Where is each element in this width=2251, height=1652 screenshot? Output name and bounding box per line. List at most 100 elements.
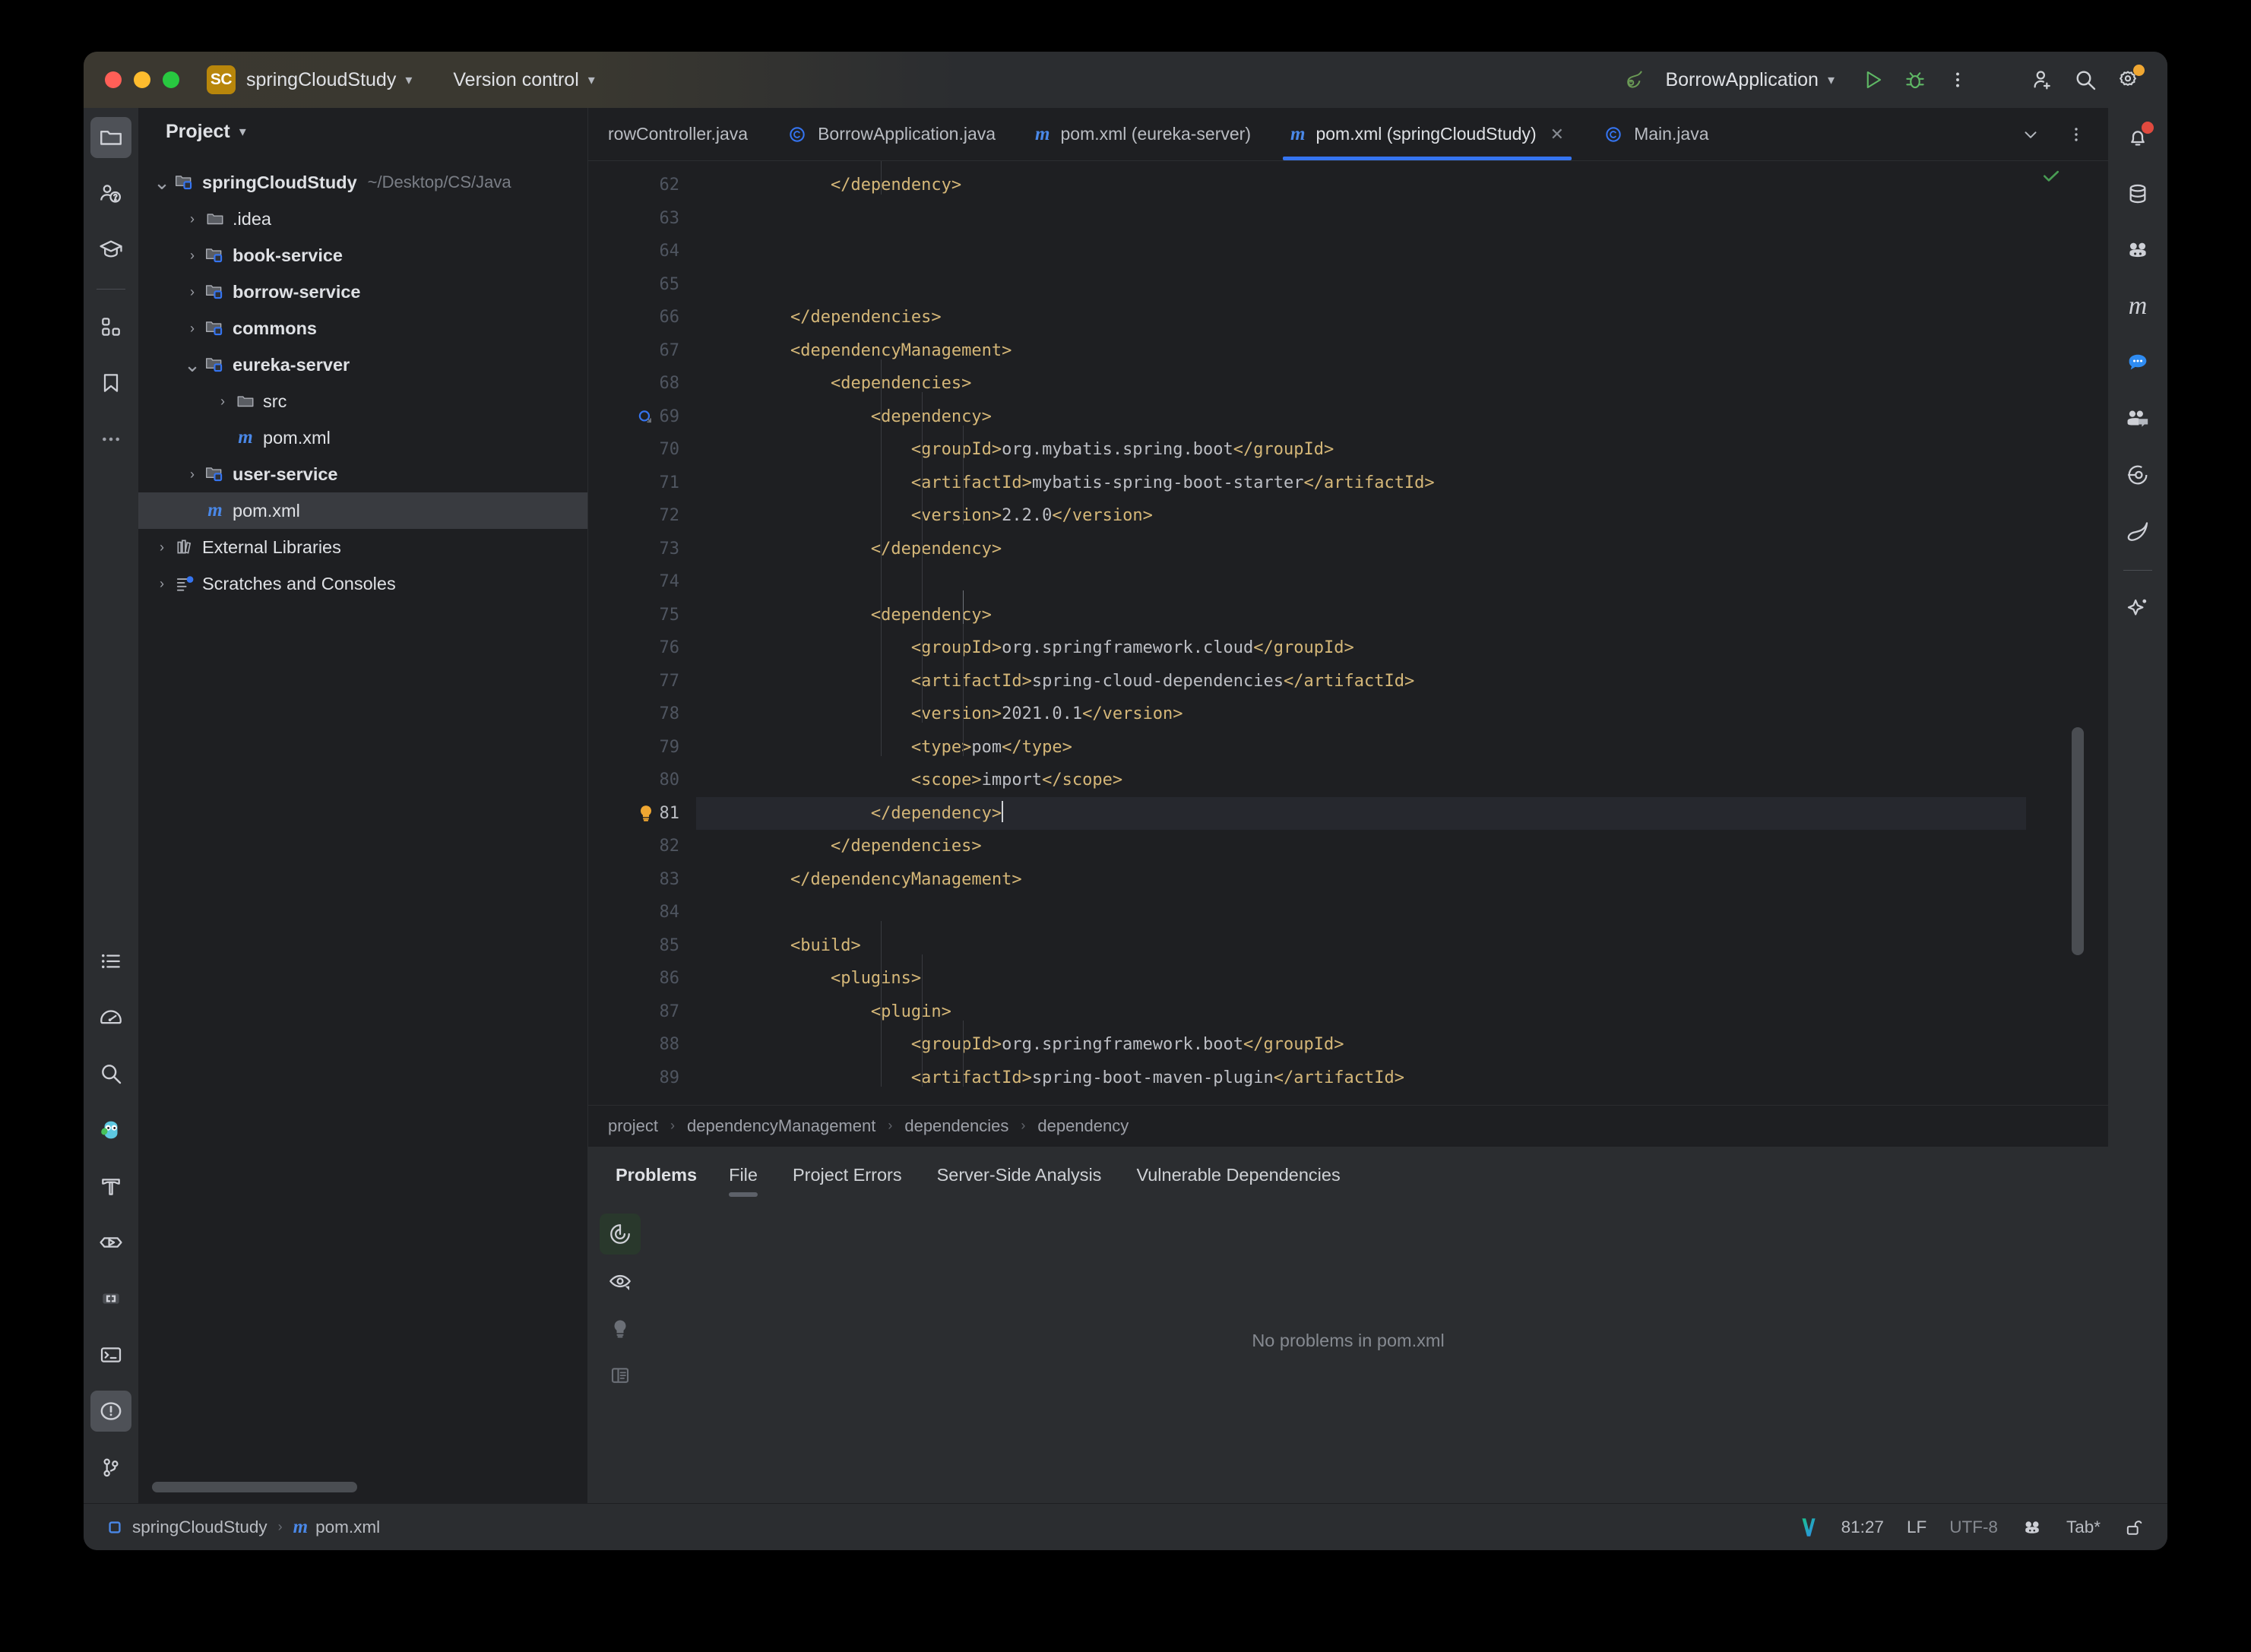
- tree-item-borrow-service[interactable]: ›borrow-service: [138, 274, 587, 310]
- code-line[interactable]: [696, 268, 2026, 302]
- code-line[interactable]: <dependencyManagement>: [696, 334, 2026, 368]
- project-hscrollbar-area[interactable]: [138, 1471, 587, 1503]
- sidebar-item-bookmarks[interactable]: [90, 362, 131, 404]
- code-line[interactable]: </dependency>: [696, 797, 2026, 831]
- line-number[interactable]: 66: [588, 301, 696, 334]
- line-number[interactable]: 84: [588, 896, 696, 929]
- sidebar-item-terminal[interactable]: [90, 1334, 131, 1375]
- run-configuration-selector[interactable]: BorrowApplication ▾: [1623, 68, 1835, 91]
- sidebar-item-chat[interactable]: [2117, 342, 2158, 383]
- code-line[interactable]: <plugin>: [696, 995, 2026, 1029]
- close-window-button[interactable]: [105, 71, 122, 88]
- tab-list-button[interactable]: [2009, 113, 2052, 156]
- breadcrumb-item[interactable]: project: [608, 1116, 658, 1136]
- sidebar-item-build[interactable]: [90, 1166, 131, 1207]
- code-line[interactable]: <build>: [696, 929, 2026, 963]
- line-number[interactable]: 72: [588, 499, 696, 533]
- sidebar-item-git[interactable]: [90, 1447, 131, 1488]
- code-line[interactable]: <groupId>org.mybatis.spring.boot</groupI…: [696, 433, 2026, 467]
- editor-tabs[interactable]: rowController.javaBorrowApplication.java…: [588, 108, 2108, 161]
- line-number[interactable]: 82: [588, 830, 696, 863]
- code-line[interactable]: <dependencies>: [696, 367, 2026, 400]
- chevron-right-icon[interactable]: ›: [182, 467, 202, 483]
- sidebar-item-problems[interactable]: [90, 1391, 131, 1432]
- tree-item--idea[interactable]: ›.idea: [138, 201, 587, 237]
- preview-editor-button[interactable]: [600, 1355, 641, 1396]
- code-line[interactable]: <dependency>: [696, 599, 2026, 632]
- chevron-down-icon[interactable]: ▾: [239, 124, 246, 140]
- line-number[interactable]: 73: [588, 533, 696, 566]
- sidebar-item-ai-actions[interactable]: [2117, 587, 2158, 628]
- inspections-widget-button[interactable]: [600, 1214, 641, 1255]
- chevron-down-icon[interactable]: ⌄: [152, 177, 172, 188]
- tree-item-pom-xml[interactable]: mpom.xml: [138, 492, 587, 529]
- line-number[interactable]: 88: [588, 1028, 696, 1062]
- minimize-window-button[interactable]: [134, 71, 150, 88]
- chevron-right-icon[interactable]: ›: [182, 284, 202, 300]
- indent-setting[interactable]: Tab*: [2066, 1517, 2101, 1537]
- line-number[interactable]: 68: [588, 367, 696, 400]
- sidebar-item-spring[interactable]: [2117, 511, 2158, 552]
- line-number[interactable]: 64: [588, 235, 696, 268]
- breadcrumb[interactable]: project›dependencyManagement›dependencie…: [588, 1105, 2108, 1146]
- line-number[interactable]: 83: [588, 863, 696, 897]
- code-line[interactable]: [696, 202, 2026, 236]
- chevron-right-icon[interactable]: ›: [182, 321, 202, 337]
- tree-item-user-service[interactable]: ›user-service: [138, 456, 587, 492]
- code-line[interactable]: [696, 235, 2026, 268]
- add-account-button[interactable]: [2021, 59, 2064, 101]
- line-number[interactable]: 62: [588, 169, 696, 202]
- code-line[interactable]: </dependencyManagement>: [696, 863, 2026, 897]
- maximize-window-button[interactable]: [163, 71, 179, 88]
- line-number[interactable]: 71: [588, 467, 696, 500]
- close-icon[interactable]: ✕: [1550, 125, 1564, 144]
- debug-button[interactable]: [1894, 59, 1936, 101]
- code-line[interactable]: <artifactId>mybatis-spring-boot-starter<…: [696, 467, 2026, 500]
- sidebar-item-go[interactable]: [90, 1109, 131, 1150]
- chevron-right-icon[interactable]: ›: [152, 576, 172, 592]
- code-line[interactable]: <scope>import</scope>: [696, 764, 2026, 797]
- horizontal-scrollbar-thumb[interactable]: [152, 1482, 357, 1492]
- view-options-button[interactable]: [600, 1261, 641, 1302]
- sidebar-item-debug[interactable]: [90, 1278, 131, 1319]
- status-breadcrumb[interactable]: springCloudStudy › m pom.xml: [106, 1517, 380, 1538]
- line-number[interactable]: 85: [588, 929, 696, 963]
- problems-tab-project-errors[interactable]: Project Errors: [793, 1147, 902, 1203]
- line-number[interactable]: 78: [588, 698, 696, 731]
- sidebar-item-academy[interactable]: [90, 229, 131, 271]
- line-number[interactable]: 86: [588, 962, 696, 995]
- code-line[interactable]: [696, 896, 2026, 929]
- code-line[interactable]: <groupId>org.springframework.boot</group…: [696, 1028, 2026, 1062]
- code-line[interactable]: <artifactId>spring-boot-maven-plugin</ar…: [696, 1062, 2026, 1095]
- project-tree[interactable]: ⌄springCloudStudy~/Desktop/CS/Java›.idea…: [138, 155, 587, 1471]
- run-button[interactable]: [1851, 59, 1894, 101]
- project-panel-header[interactable]: Project ▾: [138, 108, 587, 155]
- line-number[interactable]: 87: [588, 995, 696, 1029]
- sidebar-item-endpoints[interactable]: [2117, 454, 2158, 495]
- breadcrumb-item[interactable]: dependencies: [904, 1116, 1008, 1136]
- editor-tab-pom-xml-springcloudstudy-[interactable]: mpom.xml (springCloudStudy)✕: [1271, 108, 1584, 160]
- inspection-ok-icon[interactable]: [2040, 166, 2063, 192]
- editor-gutter[interactable]: 6263646566676869707172737475767778798081…: [588, 161, 696, 1105]
- project-selector[interactable]: SC springCloudStudy ▾: [179, 65, 412, 94]
- code-line[interactable]: <dependency>: [696, 400, 2026, 434]
- sidebar-item-maven[interactable]: m: [2117, 286, 2158, 327]
- line-separator[interactable]: LF: [1907, 1517, 1926, 1537]
- tree-item-commons[interactable]: ›commons: [138, 310, 587, 347]
- line-number[interactable]: 76: [588, 631, 696, 665]
- tree-item-external-libraries[interactable]: ›External Libraries: [138, 529, 587, 565]
- line-number[interactable]: 81: [588, 797, 696, 831]
- sidebar-item-more[interactable]: [90, 419, 131, 460]
- editor-tab-rowcontroller-java[interactable]: rowController.java: [588, 108, 768, 160]
- line-number[interactable]: 74: [588, 565, 696, 599]
- caret-position[interactable]: 81:27: [1841, 1517, 1884, 1537]
- sidebar-item-ai-assistant[interactable]: [2117, 229, 2158, 271]
- editor-options-button[interactable]: [2055, 113, 2097, 156]
- editor-right-gutter[interactable]: [2026, 161, 2108, 1105]
- problems-tab-file[interactable]: File: [729, 1147, 758, 1203]
- line-number[interactable]: 80: [588, 764, 696, 797]
- code-line[interactable]: </dependencies>: [696, 830, 2026, 863]
- line-number[interactable]: 67: [588, 334, 696, 368]
- line-number[interactable]: 77: [588, 665, 696, 698]
- sidebar-item-profiler[interactable]: [90, 997, 131, 1038]
